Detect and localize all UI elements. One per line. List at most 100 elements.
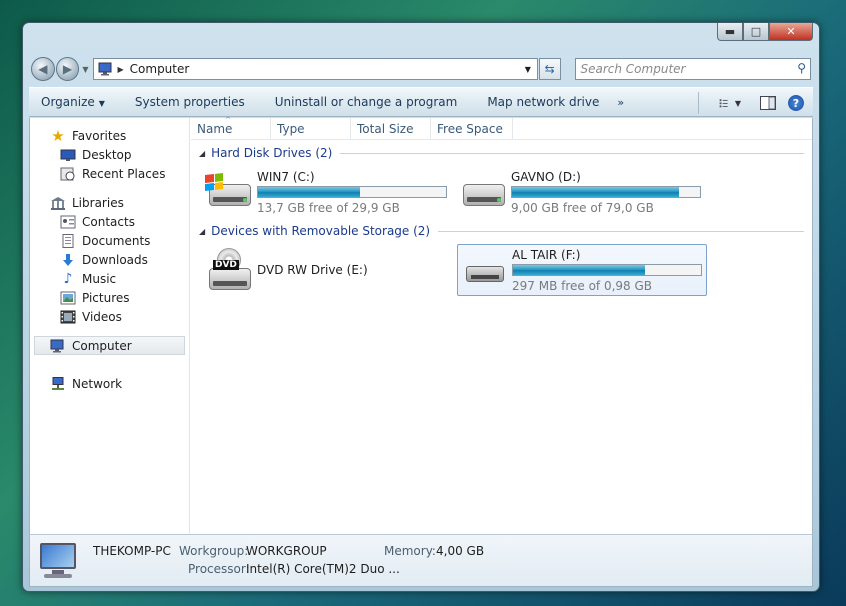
drive-tile-f[interactable]: AL TAIR (F:) 297 MB free of 0,98 GB bbox=[457, 244, 707, 296]
breadcrumb-separator-icon[interactable]: ▶ bbox=[118, 65, 124, 74]
sidebar-item-videos[interactable]: Videos bbox=[30, 307, 189, 326]
column-type[interactable]: Type bbox=[271, 117, 351, 140]
back-arrow-icon: ◀ bbox=[38, 62, 48, 76]
views-button[interactable]: ▼ bbox=[719, 93, 741, 113]
drive-usage-bar bbox=[257, 185, 447, 198]
sidebar-item-label: Documents bbox=[82, 233, 151, 248]
workgroup-label: Workgroup: bbox=[179, 544, 249, 558]
refresh-icon: ⇆ bbox=[544, 62, 555, 76]
sidebar-item-desktop[interactable]: Desktop bbox=[30, 145, 189, 164]
network-icon bbox=[50, 376, 66, 392]
column-name[interactable]: ^ Name bbox=[191, 115, 271, 140]
sidebar-item-label: Recent Places bbox=[82, 166, 166, 181]
navigation-pane: ★ Favorites Desktop Recent Places Librar… bbox=[30, 118, 190, 534]
removable-row: DVD DVD RW Drive (E:) AL TAIR (F:) 297 M… bbox=[191, 241, 812, 299]
command-bar: Organize ▼ System properties Uninstall or… bbox=[29, 87, 813, 117]
sidebar-item-contacts[interactable]: Contacts bbox=[30, 212, 189, 231]
sort-ascending-icon: ^ bbox=[225, 115, 231, 124]
sidebar-item-label: Libraries bbox=[72, 195, 124, 210]
hard-drive-icon bbox=[459, 170, 507, 214]
sidebar-item-label: Network bbox=[72, 376, 123, 391]
group-title: Devices with Removable Storage (2) bbox=[211, 224, 431, 238]
collapse-triangle-icon[interactable]: ◢ bbox=[199, 227, 205, 236]
help-button[interactable]: ? bbox=[785, 93, 807, 113]
pictures-icon bbox=[60, 290, 76, 306]
drive-name: GAVNO (D:) bbox=[511, 169, 581, 184]
views-dropdown-icon: ▼ bbox=[734, 98, 741, 108]
documents-icon bbox=[60, 233, 76, 249]
drive-name: AL TAIR (F:) bbox=[512, 247, 581, 262]
back-button[interactable]: ◀ bbox=[31, 57, 55, 81]
column-label: Total Size bbox=[357, 121, 414, 136]
dvd-badge: DVD bbox=[213, 260, 239, 270]
windows-logo-icon bbox=[205, 173, 223, 191]
search-placeholder: Search Computer bbox=[580, 62, 686, 76]
forward-button[interactable]: ▶ bbox=[55, 57, 80, 81]
sidebar-item-pictures[interactable]: Pictures bbox=[30, 288, 189, 307]
column-label: Name bbox=[197, 121, 233, 136]
sidebar-item-network[interactable]: Network bbox=[30, 374, 189, 393]
workgroup-value: WORKGROUP bbox=[246, 544, 327, 558]
close-button[interactable]: ✕ bbox=[769, 23, 813, 41]
minimize-button[interactable]: ▬ bbox=[717, 23, 743, 41]
memory-value: 4,00 GB bbox=[436, 544, 485, 558]
more-commands-button[interactable]: » bbox=[617, 96, 624, 109]
computer-icon bbox=[50, 338, 66, 354]
contacts-icon bbox=[60, 214, 76, 230]
chevron-down-icon: ▼ bbox=[98, 99, 105, 108]
organize-label: Organize bbox=[41, 95, 95, 109]
memory-label: Memory: bbox=[384, 544, 436, 558]
sidebar-item-libraries[interactable]: Libraries bbox=[30, 193, 189, 212]
sidebar-item-label: Favorites bbox=[72, 128, 127, 143]
column-label: Type bbox=[277, 121, 305, 136]
sidebar-item-music[interactable]: ♪ Music bbox=[30, 269, 189, 288]
drive-tile-e[interactable]: DVD DVD RW Drive (E:) bbox=[203, 244, 453, 296]
libraries-icon bbox=[50, 195, 66, 211]
organize-button[interactable]: Organize ▼ bbox=[41, 95, 105, 109]
forward-arrow-icon: ▶ bbox=[62, 62, 73, 76]
sidebar-item-computer[interactable]: Computer bbox=[34, 336, 185, 355]
maximize-button[interactable]: □ bbox=[743, 23, 769, 41]
address-bar[interactable]: ▶ Computer ▼ bbox=[92, 58, 538, 80]
preview-pane-button[interactable] bbox=[757, 93, 779, 113]
explorer-window: ▬ □ ✕ ◀ ▶ ▼ ▶ Computer ▼ ⇆ Search Comput… bbox=[22, 22, 820, 592]
sidebar-item-recent-places[interactable]: Recent Places bbox=[30, 164, 189, 183]
toolbar-right: ▼ ? bbox=[698, 92, 807, 114]
map-network-drive-button[interactable]: Map network drive bbox=[487, 95, 599, 109]
column-total-size[interactable]: Total Size bbox=[351, 117, 431, 140]
system-properties-button[interactable]: System properties bbox=[135, 95, 245, 109]
column-free-space[interactable]: Free Space bbox=[431, 117, 513, 140]
search-icon[interactable]: ⚲ bbox=[797, 61, 806, 75]
star-icon: ★ bbox=[51, 126, 65, 145]
sidebar-item-label: Computer bbox=[72, 338, 132, 353]
group-hard-disk-drives[interactable]: ◢ Hard Disk Drives (2) bbox=[191, 143, 812, 163]
videos-icon bbox=[60, 309, 76, 325]
group-divider bbox=[438, 230, 804, 232]
dvd-drive-icon: DVD bbox=[205, 248, 253, 292]
hard-disk-row: WIN7 (C:) 13,7 GB free of 29,9 GB GAVNO … bbox=[191, 163, 812, 221]
sidebar-item-documents[interactable]: Documents bbox=[30, 231, 189, 250]
drive-tile-d[interactable]: GAVNO (D:) 9,00 GB free of 79,0 GB bbox=[457, 166, 707, 218]
group-divider bbox=[340, 152, 804, 154]
computer-icon bbox=[36, 543, 80, 581]
sidebar-item-favorites[interactable]: ★ Favorites bbox=[30, 126, 189, 145]
address-dropdown-icon[interactable]: ▼ bbox=[519, 59, 537, 79]
views-icon bbox=[719, 99, 728, 108]
breadcrumb-computer[interactable]: Computer bbox=[130, 62, 190, 76]
refresh-button[interactable]: ⇆ bbox=[538, 58, 561, 80]
collapse-triangle-icon[interactable]: ◢ bbox=[199, 149, 205, 158]
column-headers: ^ Name Type Total Size Free Space bbox=[191, 115, 812, 140]
music-note-icon: ♪ bbox=[63, 270, 73, 287]
uninstall-program-button[interactable]: Uninstall or change a program bbox=[275, 95, 458, 109]
computer-icon bbox=[98, 62, 111, 76]
drive-name: DVD RW Drive (E:) bbox=[257, 262, 368, 277]
sidebar-item-downloads[interactable]: Downloads bbox=[30, 250, 189, 269]
drive-tile-c[interactable]: WIN7 (C:) 13,7 GB free of 29,9 GB bbox=[203, 166, 453, 218]
recent-pages-dropdown[interactable]: ▼ bbox=[82, 65, 88, 74]
recent-places-icon bbox=[60, 166, 76, 182]
details-pane: THEKOMP-PC Workgroup: WORKGROUP Memory: … bbox=[29, 534, 813, 587]
group-removable-storage[interactable]: ◢ Devices with Removable Storage (2) bbox=[191, 221, 812, 241]
search-box[interactable]: Search Computer ⚲ bbox=[574, 58, 811, 80]
